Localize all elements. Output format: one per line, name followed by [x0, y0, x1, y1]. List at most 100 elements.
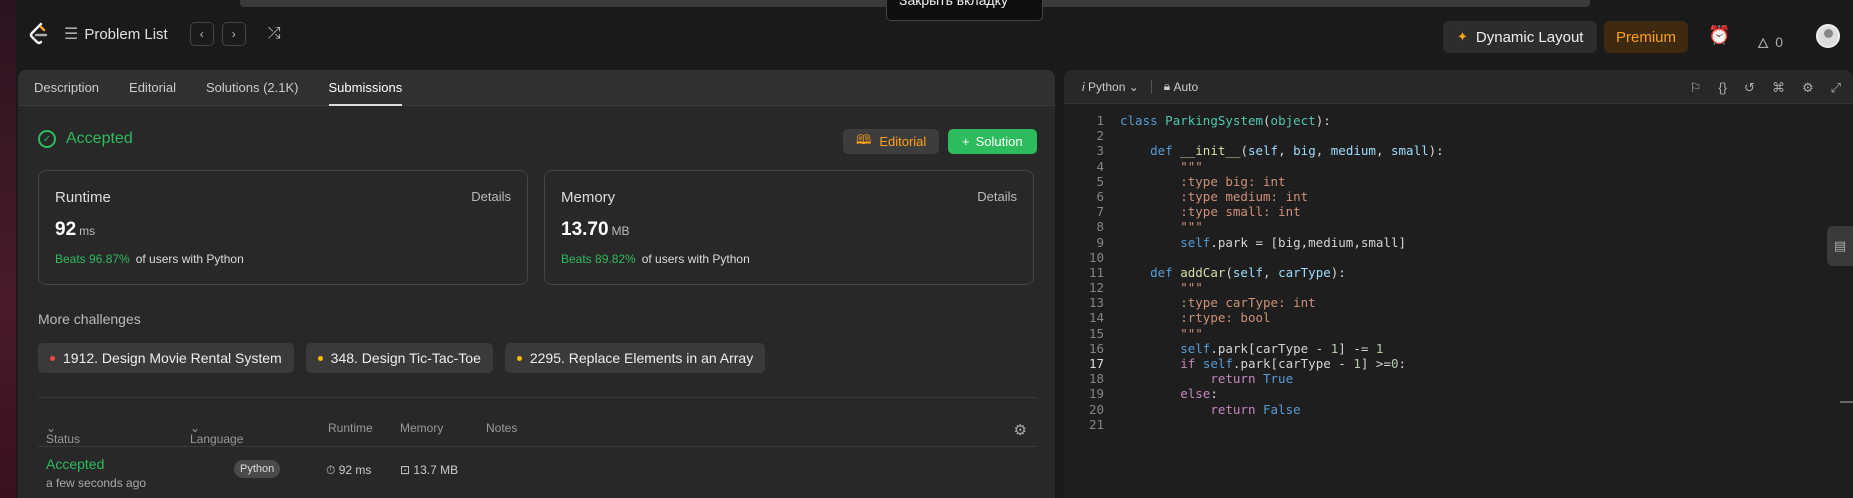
chevron-left-icon: ‹	[199, 27, 204, 41]
submission-memory: ⊡ 13.7 MB	[400, 463, 459, 477]
code-line: 1 class ParkingSystem(object):	[1096, 113, 1331, 128]
code-line: 10	[1088, 249, 1104, 265]
code-line: 14 :rtype: bool	[1088, 310, 1271, 326]
submission-status[interactable]: Accepted	[46, 456, 104, 472]
code-panel: i Python ⌄ 🔒︎ Auto ⚐ {} ↺ ⌘ ⚙ ⤢ 1 class P…	[1064, 70, 1853, 498]
fullscreen-icon[interactable]: ⤢	[1831, 80, 1841, 96]
code-editor[interactable]: 1 class ParkingSystem(object): 2 3 def __…	[1064, 113, 1444, 432]
notes-column-header: Notes	[486, 421, 518, 435]
chip-icon: ⊡	[400, 463, 411, 477]
code-line: 5 :type big: int	[1096, 173, 1286, 189]
editorial-button-label: Editorial	[879, 134, 927, 149]
challenge-chips: 1912. Design Movie Rental System 348. De…	[38, 343, 766, 373]
language-badge: Python	[234, 460, 281, 478]
tooltip: Закрыть вкладку	[886, 0, 1043, 21]
prev-problem-button[interactable]: ‹	[189, 22, 214, 46]
panel-tabs: Description Editorial Solutions (2.1K) S…	[18, 70, 1055, 106]
editor-tools: ⚐ {} ↺ ⌘ ⚙ ⤢	[1690, 80, 1841, 96]
lock-icon: 🔒︎	[1163, 79, 1171, 93]
document-icon: ▤	[1833, 238, 1847, 253]
divider	[38, 397, 1037, 398]
gear-icon[interactable]: ⚙	[1014, 421, 1027, 439]
code-line: 2	[1096, 128, 1104, 144]
code-line: 21	[1088, 416, 1104, 432]
status-column-header[interactable]: Status ⌄	[46, 421, 80, 446]
auto-mode-label[interactable]: Auto	[1174, 80, 1199, 94]
sparkle-icon: ✦	[1457, 29, 1468, 44]
avatar[interactable]	[1816, 24, 1840, 48]
memory-value: 13.70 MB	[561, 219, 630, 240]
code-line: 12 """	[1088, 280, 1203, 296]
tab-submissions[interactable]: Submissions	[328, 70, 402, 106]
code-line: 9 self.park = [big,medium,small]	[1096, 234, 1406, 250]
runtime-card[interactable]: Runtime Details 92 ms Beats 96.87% of user…	[38, 170, 528, 285]
divider	[1150, 79, 1152, 94]
challenge-chip[interactable]: 348. Design Tic-Tac-Toe	[305, 343, 493, 373]
submissions-table-header: Status ⌄ Language ⌄ Runtime Memory Notes…	[38, 410, 1037, 447]
premium-label: Premium	[1616, 28, 1677, 46]
runtime-beats: Beats 96.87% of users with Python	[55, 252, 244, 266]
code-line: 16 self.park[carType - 1] -= 1	[1088, 340, 1384, 356]
nav-left: ☰ Problem List ‹ › ⤮	[28, 22, 281, 46]
dynamic-layout-button[interactable]: ✦ Dynamic Layout	[1443, 21, 1598, 53]
tab-description[interactable]: Description	[34, 70, 99, 106]
dynamic-layout-label: Dynamic Layout	[1475, 28, 1584, 46]
problem-list-link[interactable]: Problem List	[84, 26, 167, 43]
shuffle-icon[interactable]: ⤮	[268, 25, 281, 43]
settings-icon[interactable]: ⚙	[1802, 80, 1814, 96]
result-status: Accepted	[66, 130, 133, 147]
difficulty-dot	[50, 355, 55, 361]
challenge-chip[interactable]: 2295. Replace Elements in an Array	[504, 343, 766, 373]
add-solution-button[interactable]: + Solution	[948, 129, 1037, 154]
reset-icon[interactable]: ↺	[1744, 80, 1755, 96]
code-line: 20 return False	[1088, 401, 1301, 417]
bookmark-icon[interactable]: ⚐	[1690, 80, 1702, 96]
left-panel: Description Editorial Solutions (2.1K) S…	[18, 70, 1055, 498]
streak-count: 0	[1775, 33, 1784, 50]
format-braces-icon[interactable]: {}	[1718, 80, 1727, 96]
code-line: 19 else:	[1088, 386, 1218, 402]
premium-button[interactable]: Premium	[1604, 21, 1689, 53]
language-select[interactable]: i Python ⌄	[1082, 80, 1139, 94]
tab-editorial[interactable]: Editorial	[129, 70, 176, 106]
difficulty-dot	[516, 355, 522, 361]
table-row[interactable]: Accepted a few seconds ago Python ⏱ 92 m…	[38, 448, 1037, 498]
plus-icon: +	[962, 134, 970, 149]
tab-solutions[interactable]: Solutions (2.1K)	[206, 70, 299, 106]
submission-time: a few seconds ago	[46, 476, 147, 490]
clock-icon: ⏱	[326, 463, 336, 477]
next-problem-button[interactable]: ›	[221, 22, 246, 46]
code-line: 15 """	[1088, 325, 1203, 341]
code-line: 8 """	[1096, 219, 1203, 235]
editorial-button[interactable]: 🕮 Editorial	[843, 129, 940, 154]
memory-column-header: Memory	[400, 421, 444, 435]
problem-list-icon[interactable]: ☰	[64, 24, 78, 44]
memory-card[interactable]: Memory Details 13.70 MB Beats 89.82% of us…	[544, 170, 1034, 285]
challenge-chip[interactable]: 1912. Design Movie Rental System	[38, 343, 294, 373]
scrollbar-marker	[1840, 401, 1853, 403]
code-line: 6 :type medium: int	[1096, 188, 1309, 204]
code-line: 11 def addCar(self, carType):	[1088, 264, 1346, 280]
code-line: 4 """	[1096, 158, 1203, 174]
memory-beats: Beats 89.82% of users with Python	[561, 252, 750, 266]
book-icon: 🕮	[856, 131, 872, 147]
side-panel-toggle[interactable]: ▤	[1827, 226, 1853, 266]
alarm-clock-icon[interactable]: ⏰	[1708, 25, 1730, 46]
code-line: 3 def __init__(self, big, medium, small)…	[1096, 143, 1444, 159]
runtime-details-link[interactable]: Details	[471, 189, 511, 204]
streak-counter[interactable]: 🜂 0	[1757, 27, 1783, 56]
difficulty-dot	[317, 355, 323, 361]
submission-runtime: ⏱ 92 ms	[326, 463, 372, 477]
memory-details-link[interactable]: Details	[977, 189, 1017, 204]
language-column-header[interactable]: Language ⌄	[190, 421, 243, 446]
more-challenges-title: More challenges	[38, 311, 141, 327]
memory-label: Memory	[561, 189, 616, 206]
code-line: 17 if self.park[carType - 1] >=0:	[1088, 356, 1407, 371]
code-line: 7 :type small: int	[1096, 204, 1301, 220]
code-line: 18 return True	[1088, 371, 1294, 387]
solution-button-label: Solution	[975, 134, 1023, 149]
runtime-label: Runtime	[55, 189, 111, 206]
command-icon[interactable]: ⌘	[1772, 80, 1785, 96]
leetcode-logo-icon[interactable]	[28, 22, 50, 46]
info-icon: i	[1082, 79, 1085, 94]
